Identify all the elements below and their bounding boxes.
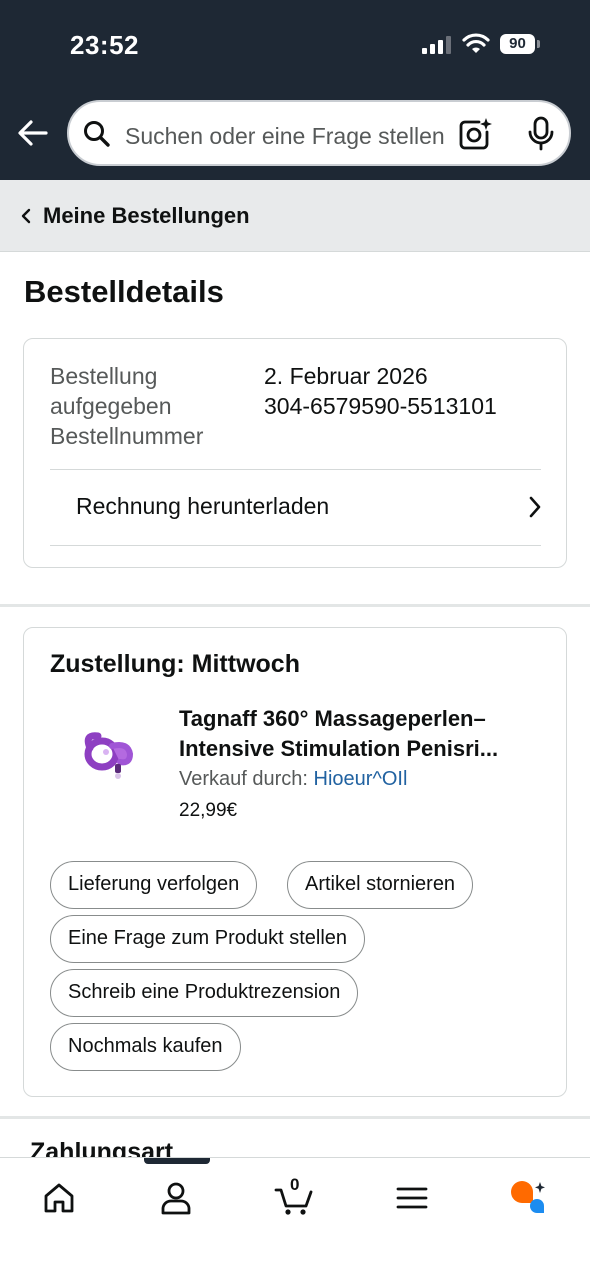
breadcrumb[interactable]: Meine Bestellungen: [0, 180, 590, 252]
cancel-item-button[interactable]: Artikel stornieren: [287, 861, 474, 909]
order-summary-card: Bestellung aufgegeben Bestellnummer 2. F…: [23, 338, 567, 568]
top-header: 23:52 90 Suchen oder eine Frage stellen: [0, 0, 590, 180]
menu-icon[interactable]: [392, 1178, 432, 1218]
page-title: Bestelldetails: [24, 274, 224, 309]
shipment-card: Zustellung: Mittwoch Tagnaff 360° Massag…: [23, 627, 567, 1097]
order-number-value: 304-6579590-5513101: [264, 393, 497, 419]
write-review-button[interactable]: Schreib eine Produktrezension: [50, 969, 359, 1017]
battery-nub: [537, 40, 540, 48]
bottom-navigation: 0: [0, 1157, 590, 1280]
status-bar: 23:52 90: [0, 0, 590, 88]
sold-by-label: Verkauf durch:: [179, 768, 308, 790]
track-package-button[interactable]: Lieferung verfolgen: [50, 861, 258, 909]
delivery-heading: Zustellung: Mittwoch: [50, 650, 300, 678]
chevron-right-icon: [529, 496, 541, 518]
search-input[interactable]: Suchen oder eine Frage stellen: [125, 123, 445, 150]
chevron-left-icon: [21, 208, 31, 224]
breadcrumb-label[interactable]: Meine Bestellungen: [43, 203, 250, 229]
status-time: 23:52: [70, 30, 139, 60]
home-icon[interactable]: [39, 1178, 79, 1218]
sold-by: Verkauf durch: Hioeur^OIl: [179, 768, 407, 791]
product-image[interactable]: [76, 724, 134, 782]
download-invoice-label[interactable]: Rechnung herunterladen: [76, 493, 329, 520]
download-invoice-row[interactable]: Rechnung herunterladen: [50, 471, 541, 547]
seller-link[interactable]: Hioeur^OIl: [314, 768, 408, 790]
active-tab-indicator: [144, 1158, 210, 1164]
product-title-line1[interactable]: Tagnaff 360° Massageperlen–: [179, 704, 539, 734]
buy-again-button[interactable]: Nochmals kaufen: [50, 1023, 241, 1071]
search-icon: [84, 121, 110, 147]
product-title-line2[interactable]: Intensive Stimulation Penisri...: [179, 734, 539, 764]
order-placed-date: 2. Februar 2026: [264, 363, 428, 389]
order-placed-label-line1: Bestellung: [50, 363, 158, 389]
account-icon[interactable]: [156, 1178, 196, 1218]
section-separator: [0, 604, 590, 607]
wifi-icon: [462, 33, 490, 53]
search-bar[interactable]: Suchen oder eine Frage stellen: [67, 100, 571, 166]
section-separator: [0, 1116, 590, 1119]
back-arrow-icon[interactable]: [16, 116, 50, 150]
divider: [50, 545, 541, 546]
microphone-icon[interactable]: [527, 116, 555, 152]
cellular-signal-icon: [422, 36, 451, 54]
ask-product-question-button[interactable]: Eine Frage zum Produkt stellen: [50, 915, 366, 963]
battery-level: 90: [500, 34, 535, 54]
order-placed-label-line2: aufgegeben: [50, 393, 172, 419]
divider: [50, 469, 541, 470]
product-title[interactable]: Tagnaff 360° Massageperlen– Intensive St…: [179, 704, 539, 764]
cart-count: 0: [290, 1175, 300, 1194]
rufus-assistant-icon[interactable]: [507, 1178, 547, 1218]
camera-lens-icon[interactable]: [457, 116, 493, 152]
battery-indicator: 90: [500, 34, 540, 54]
product-price: 22,99€: [179, 800, 238, 821]
order-number-label: Bestellnummer: [50, 423, 204, 449]
